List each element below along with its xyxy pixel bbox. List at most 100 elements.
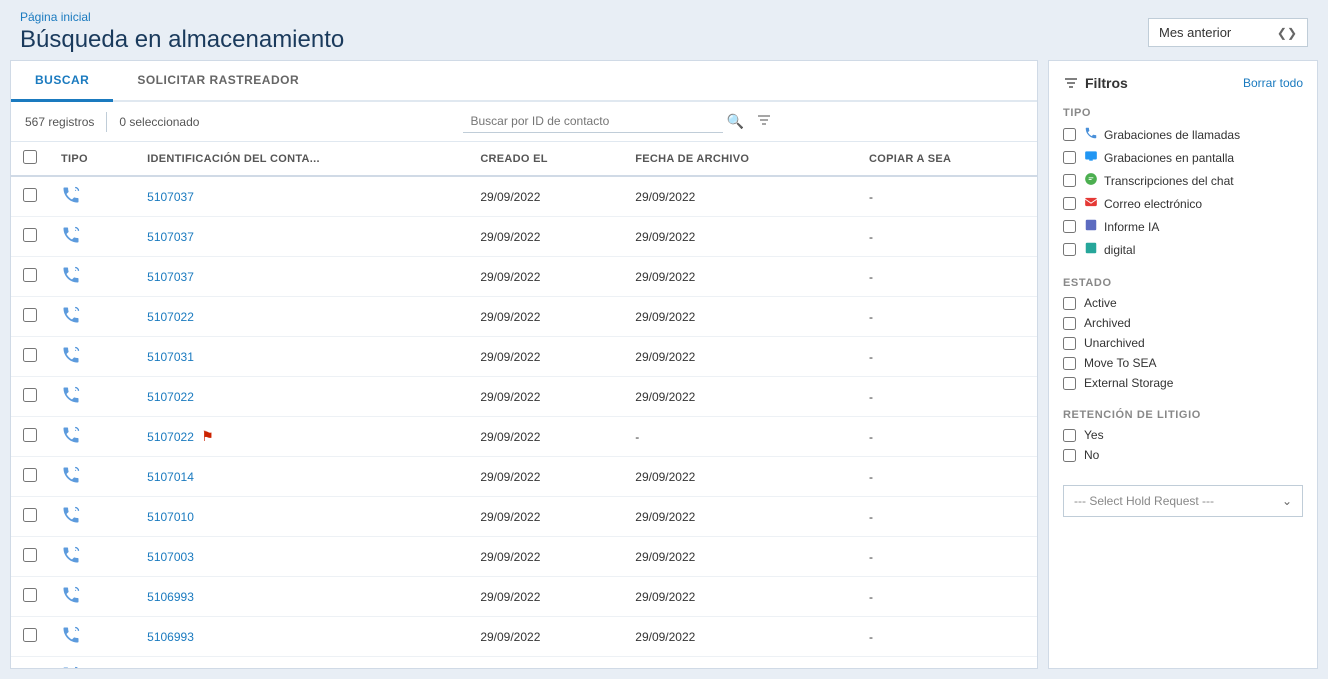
checkbox-estado-archived[interactable]	[1063, 317, 1076, 330]
label-estado-archived[interactable]: Archived	[1084, 316, 1131, 330]
filter-icon[interactable]	[756, 112, 772, 131]
search-icon[interactable]: 🔍	[727, 113, 744, 130]
checkbox-tipo-digital[interactable]	[1063, 243, 1076, 256]
label-tipo-informe_ia[interactable]: Informe IA	[1084, 218, 1159, 235]
cell-contact-id[interactable]: 5107037	[135, 257, 468, 297]
data-table: TIPO IDENTIFICACIÓN DEL CONTA... CREADO …	[11, 142, 1037, 668]
label-retencion-no[interactable]: No	[1084, 448, 1099, 462]
cell-created: 29/09/2022	[468, 337, 623, 377]
contact-id-link[interactable]: 5107037	[147, 270, 194, 284]
clear-all-button[interactable]: Borrar todo	[1243, 76, 1303, 90]
cell-tipo	[49, 257, 135, 297]
checkbox-estado-external_storage[interactable]	[1063, 377, 1076, 390]
contact-id-link[interactable]: 5107037	[147, 190, 194, 204]
label-estado-unarchived[interactable]: Unarchived	[1084, 336, 1145, 350]
cell-archive-date: 29/09/2022	[623, 577, 857, 617]
cell-contact-id[interactable]: 5107010	[135, 497, 468, 537]
row-checkbox-1[interactable]	[23, 228, 37, 242]
row-checkbox-5[interactable]	[23, 388, 37, 402]
cell-contact-id[interactable]: 5107022	[135, 377, 468, 417]
label-estado-move_to_sea[interactable]: Move To SEA	[1084, 356, 1156, 370]
row-checkbox-8[interactable]	[23, 508, 37, 522]
label-retencion-yes[interactable]: Yes	[1084, 428, 1104, 442]
cell-contact-id[interactable]: 5107031	[135, 337, 468, 377]
hold-request-dropdown[interactable]: --- Select Hold Request --- ⌄	[1063, 485, 1303, 517]
checkbox-tipo-transcripciones_chat[interactable]	[1063, 174, 1076, 187]
cell-contact-id[interactable]: 5107037	[135, 176, 468, 217]
checkbox-tipo-correo_electronico[interactable]	[1063, 197, 1076, 210]
call-icon	[61, 474, 81, 488]
call-icon	[61, 514, 81, 528]
checkbox-tipo-grabaciones_pantalla[interactable]	[1063, 151, 1076, 164]
filter-estado-active: Active	[1063, 293, 1303, 313]
cell-archive-date: 29/09/2022	[623, 537, 857, 577]
select-all-checkbox[interactable]	[23, 150, 37, 164]
cell-contact-id[interactable]: 5107037	[135, 217, 468, 257]
cell-contact-id[interactable]: 5107003	[135, 537, 468, 577]
row-checkbox-11[interactable]	[23, 628, 37, 642]
cell-copy-sea: -	[857, 617, 1037, 657]
contact-id-link[interactable]: 5107031	[147, 350, 194, 364]
search-input[interactable]	[463, 110, 723, 133]
row-checkbox-6[interactable]	[23, 428, 37, 442]
contact-id-link[interactable]: 5107014	[147, 470, 194, 484]
tab-solicitar[interactable]: SOLICITAR RASTREADOR	[113, 61, 323, 100]
table-row: 510700329/09/202229/09/2022-	[11, 537, 1037, 577]
filters-panel: Filtros Borrar todo TIPO Grabaciones de …	[1048, 60, 1318, 669]
call-icon	[61, 274, 81, 288]
row-checkbox-4[interactable]	[23, 348, 37, 362]
contact-id-link[interactable]: 5107037	[147, 230, 194, 244]
row-checkbox-3[interactable]	[23, 308, 37, 322]
checkbox-retencion-no[interactable]	[1063, 449, 1076, 462]
cell-archive-date: 29/09/2022	[623, 457, 857, 497]
cell-contact-id[interactable]: 5106993	[135, 657, 468, 669]
label-tipo-grabaciones_pantalla[interactable]: Grabaciones en pantalla	[1084, 149, 1234, 166]
contact-id-link[interactable]: 5107003	[147, 550, 194, 564]
cell-created: 29/09/2022	[468, 377, 623, 417]
checkbox-estado-move_to_sea[interactable]	[1063, 357, 1076, 370]
cell-archive-date: -	[623, 417, 857, 457]
contact-id-link[interactable]: 5107022	[147, 390, 194, 404]
checkbox-estado-unarchived[interactable]	[1063, 337, 1076, 350]
period-dropdown[interactable]: Mes anterior ❮❯	[1148, 18, 1308, 47]
row-checkbox-0[interactable]	[23, 188, 37, 202]
row-checkbox-9[interactable]	[23, 548, 37, 562]
checkbox-estado-active[interactable]	[1063, 297, 1076, 310]
cell-contact-id[interactable]: 5107022	[135, 297, 468, 337]
label-tipo-transcripciones_chat[interactable]: Transcripciones del chat	[1084, 172, 1234, 189]
label-estado-active[interactable]: Active	[1084, 296, 1117, 310]
contact-id-link[interactable]: 5107022	[147, 310, 194, 324]
filter-tipo-correo_electronico: Correo electrónico	[1063, 192, 1303, 215]
checkbox-tipo-informe_ia[interactable]	[1063, 220, 1076, 233]
contact-id-link[interactable]: 5107022	[147, 430, 194, 444]
col-contact-id: IDENTIFICACIÓN DEL CONTA...	[135, 142, 468, 176]
contact-id-link[interactable]: 5107010	[147, 510, 194, 524]
cell-tipo	[49, 577, 135, 617]
cell-contact-id[interactable]: 5106993	[135, 577, 468, 617]
cell-contact-id[interactable]: 5107022 ⚑	[135, 417, 468, 457]
label-tipo-digital[interactable]: digital	[1084, 241, 1135, 258]
page-title: Búsqueda en almacenamiento	[20, 26, 344, 54]
row-checkbox-10[interactable]	[23, 588, 37, 602]
chevron-down-icon: ❮❯	[1277, 26, 1297, 40]
breadcrumb[interactable]: Página inicial	[20, 10, 344, 24]
filter-tipo-grabaciones_llamadas: Grabaciones de llamadas	[1063, 123, 1303, 146]
checkbox-tipo-grabaciones_llamadas[interactable]	[1063, 128, 1076, 141]
cell-tipo	[49, 457, 135, 497]
row-checkbox-2[interactable]	[23, 268, 37, 282]
checkbox-retencion-yes[interactable]	[1063, 429, 1076, 442]
contact-id-link[interactable]: 5106993	[147, 590, 194, 604]
tab-buscar[interactable]: BUSCAR	[11, 61, 113, 102]
row-checkbox-7[interactable]	[23, 468, 37, 482]
label-estado-external_storage[interactable]: External Storage	[1084, 376, 1173, 390]
section-retencion: RETENCIÓN DE LITIGIO Yes No	[1063, 403, 1303, 465]
table-row: 510701029/09/202229/09/2022-	[11, 497, 1037, 537]
cell-contact-id[interactable]: 5106993	[135, 617, 468, 657]
label-tipo-correo_electronico[interactable]: Correo electrónico	[1084, 195, 1202, 212]
cell-created: 29/09/2022	[468, 617, 623, 657]
call-icon	[61, 234, 81, 248]
cell-contact-id[interactable]: 5107014	[135, 457, 468, 497]
filter-header: Filtros Borrar todo	[1063, 75, 1303, 91]
contact-id-link[interactable]: 5106993	[147, 630, 194, 644]
label-tipo-grabaciones_llamadas[interactable]: Grabaciones de llamadas	[1084, 126, 1240, 143]
